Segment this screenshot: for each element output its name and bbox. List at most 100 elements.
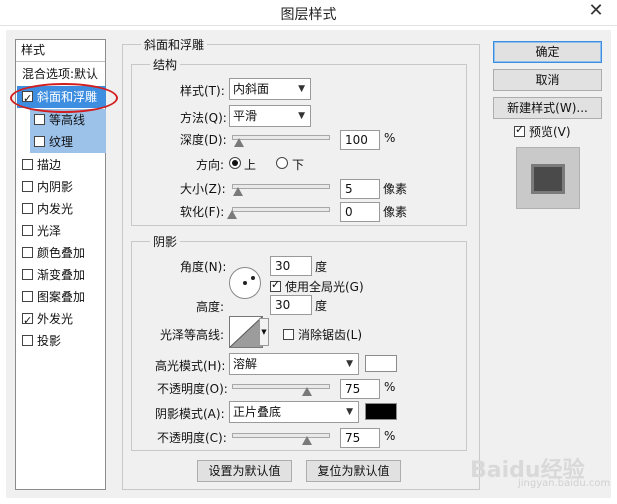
nav-item-label: 内发光	[37, 202, 74, 216]
preview-toggle[interactable]: 预览(V)	[514, 123, 571, 140]
size-unit: 像素	[383, 182, 408, 196]
set-default-button[interactable]: 设置为默认值	[197, 460, 292, 482]
texture-checkbox[interactable]	[34, 136, 45, 147]
nav-item-stroke[interactable]: 描边	[17, 154, 106, 176]
angle-dial[interactable]	[229, 267, 261, 299]
drop-shadow-checkbox[interactable]	[22, 335, 33, 346]
inner-shadow-checkbox[interactable]	[22, 181, 33, 192]
contour-dropdown-chevron-icon[interactable]: ▼	[259, 318, 269, 346]
window-title: 图层样式	[280, 7, 337, 23]
direction-up-label: 上	[244, 158, 257, 172]
nav-item-texture[interactable]: 纹理	[30, 131, 106, 153]
angle-input[interactable]: 30	[270, 256, 312, 276]
shadow-mode-value: 正片叠底	[233, 405, 282, 419]
nav-item-pattern-overlay[interactable]: 图案叠加	[17, 286, 106, 308]
size-slider-thumb[interactable]	[233, 187, 243, 196]
soften-slider[interactable]	[232, 207, 330, 212]
size-label: 大小(Z):	[180, 182, 226, 196]
nav-item-blending-options[interactable]: 混合选项:默认	[17, 63, 106, 85]
styles-list-header: 样式	[16, 40, 105, 62]
altitude-input[interactable]: 30	[270, 295, 312, 315]
style-select-value: 内斜面	[233, 82, 270, 96]
nav-item-color-overlay[interactable]: 颜色叠加	[17, 242, 106, 264]
color-overlay-checkbox[interactable]	[22, 247, 33, 258]
altitude-label: 高度:	[196, 300, 225, 314]
cancel-button[interactable]: 取消	[493, 69, 602, 91]
direction-down-label: 下	[292, 158, 305, 172]
nav-item-inner-glow[interactable]: 内发光	[17, 198, 106, 220]
global-light-label: 使用全局光(G)	[285, 280, 364, 294]
soften-label: 软化(F):	[180, 205, 225, 219]
nav-item-label: 纹理	[49, 135, 74, 149]
new-style-button[interactable]: 新建样式(W)...	[493, 97, 602, 119]
highlight-mode-select[interactable]: 溶解 ▼	[229, 353, 359, 375]
antialias-checkbox[interactable]	[283, 329, 294, 340]
shadow-opacity-input[interactable]: 75	[340, 428, 380, 448]
direction-down-radio[interactable]	[276, 157, 288, 169]
nav-item-label: 混合选项:默认	[22, 67, 99, 81]
angle-dial-marker	[251, 276, 255, 280]
nav-item-label: 渐变叠加	[37, 268, 86, 282]
pattern-overlay-checkbox[interactable]	[22, 291, 33, 302]
outer-glow-checkbox[interactable]	[22, 310, 33, 332]
size-input[interactable]: 5	[340, 179, 380, 199]
angle-label: 角度(N):	[180, 260, 227, 274]
soften-input[interactable]: 0	[340, 202, 380, 222]
stroke-checkbox[interactable]	[22, 159, 33, 170]
nav-item-inner-shadow[interactable]: 内阴影	[17, 176, 106, 198]
depth-slider[interactable]	[232, 135, 330, 140]
bevel-emboss-group-title: 斜面和浮雕	[141, 36, 208, 53]
close-button[interactable]: ✕	[575, 0, 617, 24]
highlight-opacity-slider-thumb[interactable]	[302, 387, 312, 396]
chevron-down-icon: ▼	[298, 111, 305, 121]
chevron-down-icon: ▼	[346, 407, 353, 417]
nav-item-label: 光泽	[37, 224, 62, 238]
nav-item-label: 颜色叠加	[37, 246, 86, 260]
reset-default-button[interactable]: 复位为默认值	[306, 460, 401, 482]
nav-item-label: 投影	[37, 334, 62, 348]
antialias-row[interactable]: 消除锯齿(L)	[283, 326, 362, 343]
shadow-opacity-slider[interactable]	[232, 433, 330, 438]
watermark-url: jingyan.baidu.com	[518, 478, 611, 489]
depth-label: 深度(D):	[180, 133, 227, 147]
highlight-opacity-slider[interactable]	[232, 384, 330, 389]
depth-input[interactable]: 100	[340, 130, 380, 150]
ok-button[interactable]: 确定	[493, 41, 602, 63]
direction-up-radio[interactable]	[229, 157, 241, 169]
style-select[interactable]: 内斜面 ▼	[229, 78, 311, 100]
shadow-mode-label: 阴影模式(A):	[155, 407, 225, 421]
inner-glow-checkbox[interactable]	[22, 203, 33, 214]
size-slider[interactable]	[232, 184, 330, 189]
contour-checkbox[interactable]	[34, 114, 45, 125]
soften-unit: 像素	[383, 205, 408, 219]
nav-item-gradient-overlay[interactable]: 渐变叠加	[17, 264, 106, 286]
nav-item-label: 等高线	[49, 113, 86, 127]
style-preview-thumbnail	[531, 164, 565, 194]
satin-checkbox[interactable]	[22, 225, 33, 236]
nav-item-satin[interactable]: 光泽	[17, 220, 106, 242]
nav-item-drop-shadow[interactable]: 投影	[17, 330, 106, 352]
angle-dial-center	[243, 281, 247, 285]
shading-group-title: 阴影	[150, 233, 181, 250]
style-label: 样式(T):	[180, 84, 225, 98]
nav-item-outer-glow[interactable]: 外发光	[17, 308, 106, 332]
global-light-row[interactable]: 使用全局光(G)	[270, 278, 364, 295]
shadow-color-swatch[interactable]	[365, 403, 397, 420]
shadow-opacity-slider-thumb[interactable]	[302, 436, 312, 445]
shadow-mode-select[interactable]: 正片叠底 ▼	[229, 401, 359, 423]
preview-checkbox[interactable]	[514, 123, 525, 137]
depth-slider-thumb[interactable]	[234, 138, 244, 147]
gradient-overlay-checkbox[interactable]	[22, 269, 33, 280]
global-light-checkbox[interactable]	[270, 278, 281, 292]
highlight-opacity-input[interactable]: 75	[340, 379, 380, 399]
soften-slider-thumb[interactable]	[227, 210, 237, 219]
method-select[interactable]: 平滑 ▼	[229, 105, 311, 127]
nav-item-label: 内阴影	[37, 180, 74, 194]
antialias-label: 消除锯齿(L)	[298, 328, 363, 342]
annotation-highlight-ellipse	[10, 83, 118, 113]
nav-item-label: 外发光	[37, 312, 74, 326]
highlight-color-swatch[interactable]	[365, 355, 397, 372]
shadow-opacity-unit: %	[384, 429, 396, 443]
highlight-opacity-unit: %	[384, 380, 396, 394]
gloss-contour-picker[interactable]	[229, 316, 263, 348]
